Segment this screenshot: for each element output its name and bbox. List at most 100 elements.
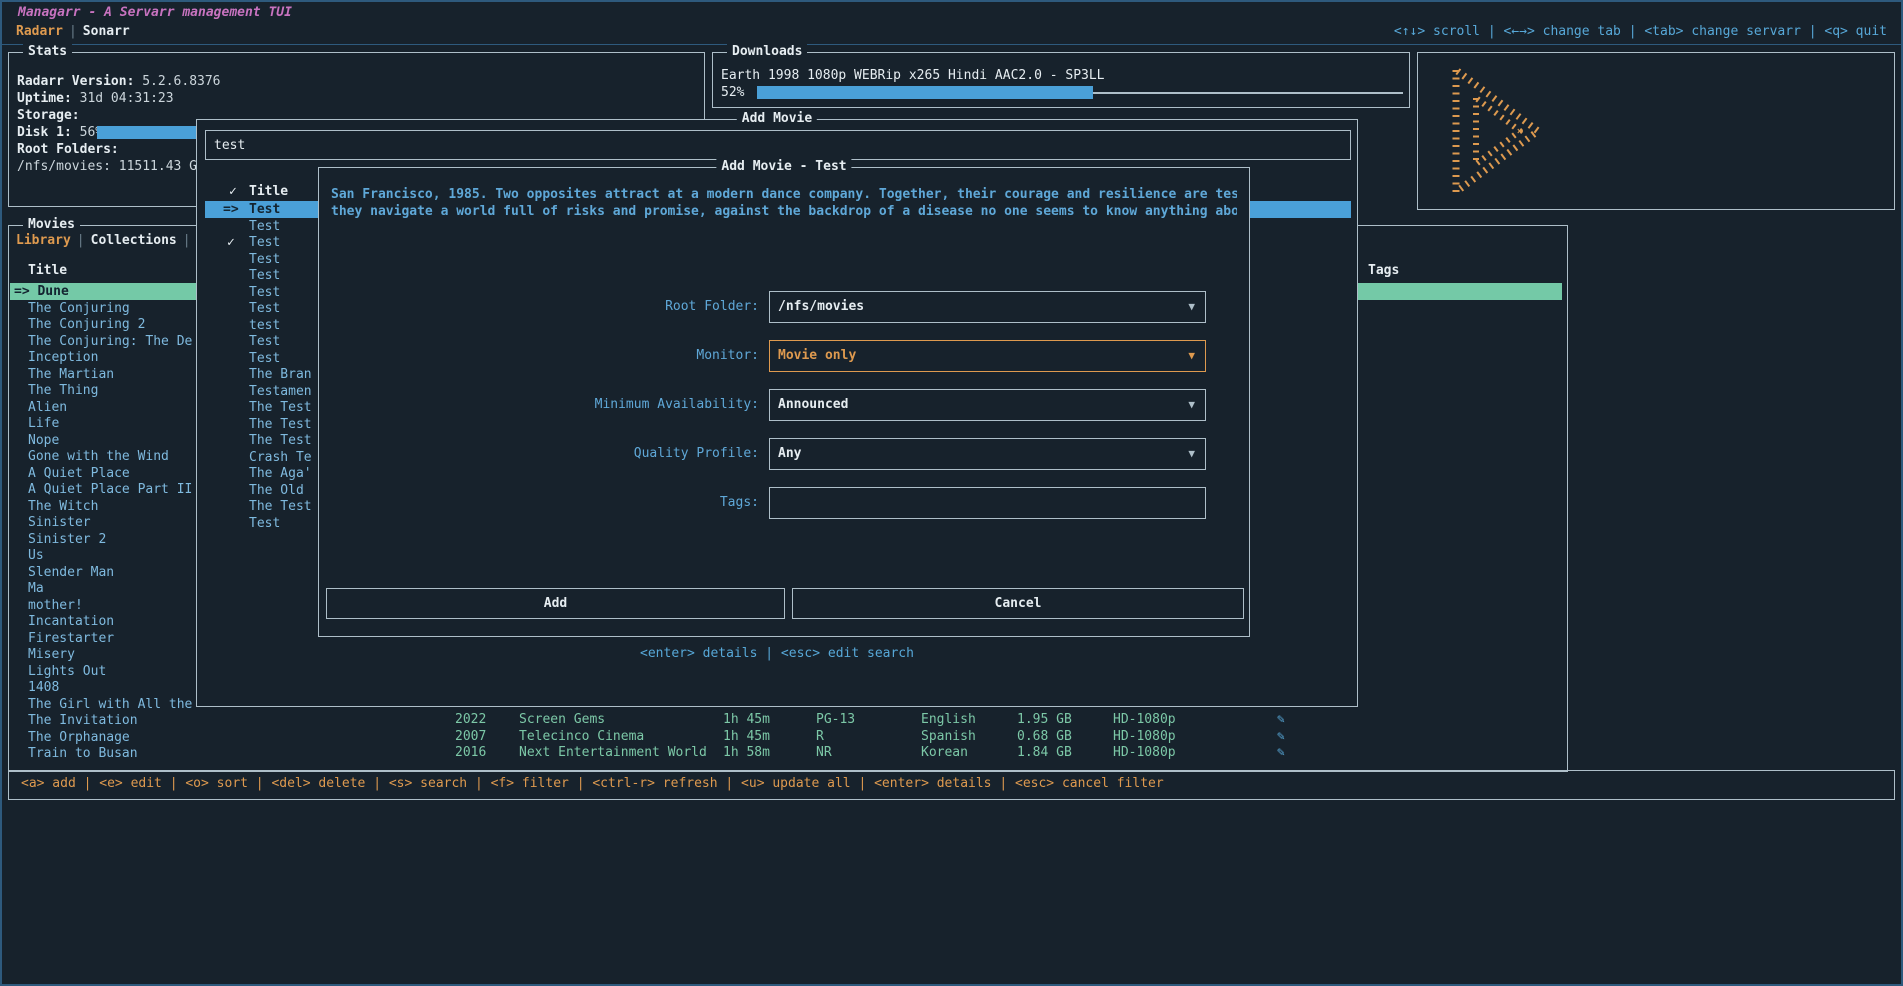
monitor-select[interactable]: Movie only ▼ — [769, 340, 1206, 372]
monitor-value: Movie only — [778, 341, 856, 371]
movie-row[interactable]: Sinister — [10, 514, 192, 531]
chevron-down-icon: ▼ — [1188, 439, 1195, 469]
movie-row[interactable]: The Martian — [10, 366, 192, 383]
movie-row[interactable]: Alien — [10, 399, 192, 416]
chevron-down-icon: ▼ — [1188, 390, 1195, 420]
results-header-title: Title — [249, 184, 288, 199]
movie-cell-studio: Screen Gems — [519, 711, 605, 728]
result-title: Test — [249, 267, 280, 284]
movie-row[interactable]: The Conjuring 2 — [10, 316, 192, 333]
movie-search-box — [205, 130, 1351, 160]
movie-row[interactable]: The Girl with All the — [10, 696, 192, 713]
pencil-icon: ✎ — [1277, 711, 1285, 728]
movie-row[interactable]: 1408 — [10, 679, 192, 696]
tags-label: Tags: — [319, 487, 759, 519]
quality-profile-select[interactable]: Any▼ — [769, 438, 1206, 470]
download-item-title: Earth 1998 1080p WEBRip x265 Hindi AAC2.… — [721, 68, 1105, 83]
movie-cell-runtime: 1h 58m — [723, 744, 770, 761]
movie-row[interactable]: Misery — [10, 646, 192, 663]
result-title: The Bran — [249, 366, 312, 383]
movie-row[interactable]: The Conjuring — [10, 300, 192, 317]
stats-disk-line: Disk 1: 56% — [17, 125, 103, 140]
add-button[interactable]: Add — [326, 588, 785, 619]
movie-row[interactable]: Lights Out — [10, 663, 192, 680]
movie-row[interactable]: A Quiet Place — [10, 465, 192, 482]
movie-row[interactable]: Inception — [10, 349, 192, 366]
tab-separator: | — [71, 233, 91, 248]
root-folders-label: Root Folders: — [17, 142, 119, 157]
uptime-label: Uptime: — [17, 91, 72, 106]
movie-row[interactable]: Firestarter — [10, 630, 192, 647]
tab-separator: | — [63, 24, 83, 39]
cancel-button[interactable]: Cancel — [792, 588, 1244, 619]
tags-input[interactable] — [769, 487, 1206, 519]
result-title: The Test — [249, 432, 312, 449]
stats-storage-line: Storage: — [17, 108, 80, 123]
quality-profile-label: Quality Profile: — [319, 438, 759, 470]
movie-row[interactable]: The Orphanage — [10, 729, 192, 746]
movie-row[interactable]: Incantation — [10, 613, 192, 630]
movie-row[interactable]: Life — [10, 415, 192, 432]
movie-row[interactable]: Slender Man — [10, 564, 192, 581]
movie-search-input[interactable] — [212, 133, 1342, 157]
stats-uptime-line: Uptime: 31d 04:31:23 — [17, 91, 174, 106]
storage-label: Storage: — [17, 108, 80, 123]
movie-row[interactable]: The Witch — [10, 498, 192, 515]
movie-cell-language: Spanish — [921, 728, 976, 745]
disk-label: Disk 1: — [17, 125, 72, 140]
movie-cell-quality: HD-1080p — [1113, 711, 1176, 728]
tab-sonarr[interactable]: Sonarr — [83, 24, 130, 39]
movie-row[interactable]: Nope — [10, 432, 192, 449]
movie-overview-line1: San Francisco, 1985. Two opposites attra… — [331, 187, 1237, 202]
download-progress-fill — [757, 86, 1093, 99]
tab-collections[interactable]: Collections — [91, 233, 177, 248]
footer-bar: <a> add | <e> edit | <o> sort | <del> de… — [8, 770, 1895, 800]
movies-tabs: Library|Collections| — [16, 233, 197, 248]
movie-cell-language: English — [921, 711, 976, 728]
result-title: Test — [249, 515, 280, 532]
managarr-app: Managarr - A Servarr management TUI Rada… — [0, 0, 1903, 986]
root-folder-select[interactable]: /nfs/movies▼ — [769, 291, 1206, 323]
tab-separator: | — [177, 233, 197, 248]
movies-panel-title: Movies — [23, 217, 80, 232]
movie-row[interactable]: Train to Busan — [10, 745, 192, 762]
movie-row[interactable]: mother! — [10, 597, 192, 614]
result-title: The Test — [249, 498, 312, 515]
root-folder-label: Root Folder: — [319, 291, 759, 323]
pencil-icon: ✎ — [1277, 744, 1285, 761]
result-title: Testamen — [249, 383, 312, 400]
movie-row[interactable]: The Conjuring: The De — [10, 333, 192, 350]
movie-row[interactable]: A Quiet Place Part II — [10, 481, 192, 498]
version-label: Radarr Version: — [17, 74, 134, 89]
result-title: The Old — [249, 482, 304, 499]
result-title: Test — [249, 201, 280, 218]
result-title: The Aga' — [249, 465, 312, 482]
movie-row[interactable]: Gone with the Wind — [10, 448, 192, 465]
movie-row[interactable]: Us — [10, 547, 192, 564]
movie-cell-studio: Telecinco Cinema — [519, 728, 644, 745]
result-title: The Test — [249, 399, 312, 416]
footer-keybinds: <a> add | <e> edit | <o> sort | <del> de… — [21, 776, 1164, 791]
movie-row[interactable]: => Dune — [10, 283, 192, 300]
download-percent: 52% — [721, 85, 744, 100]
tab-library[interactable]: Library — [16, 233, 71, 248]
result-title: Test — [249, 333, 280, 350]
movie-row[interactable]: Sinister 2 — [10, 531, 192, 548]
result-title: Crash Te — [249, 449, 312, 466]
stats-panel-title: Stats — [23, 44, 72, 59]
movie-cell-size: 0.68 GB — [1017, 728, 1072, 745]
movie-cell-runtime: 1h 45m — [723, 728, 770, 745]
movie-row[interactable]: Ma — [10, 580, 192, 597]
popup-help-keybinds: <enter> details | <esc> edit search — [197, 646, 1357, 661]
tab-radarr[interactable]: Radarr — [16, 24, 63, 39]
movie-row[interactable]: The Invitation — [10, 712, 192, 729]
version-value: 5.2.6.8376 — [142, 74, 220, 89]
app-title: Managarr - A Servarr management TUI — [18, 5, 292, 20]
movie-row[interactable]: The Thing — [10, 382, 192, 399]
results-header-monitored: ✓ — [229, 184, 237, 199]
add-movie-modal-title: Add Movie - Test — [716, 159, 851, 174]
minimum-availability-select[interactable]: Announced▼ — [769, 389, 1206, 421]
movie-cell-quality: HD-1080p — [1113, 744, 1176, 761]
movie-cell-quality: HD-1080p — [1113, 728, 1176, 745]
chevron-down-icon: ▼ — [1188, 341, 1195, 371]
